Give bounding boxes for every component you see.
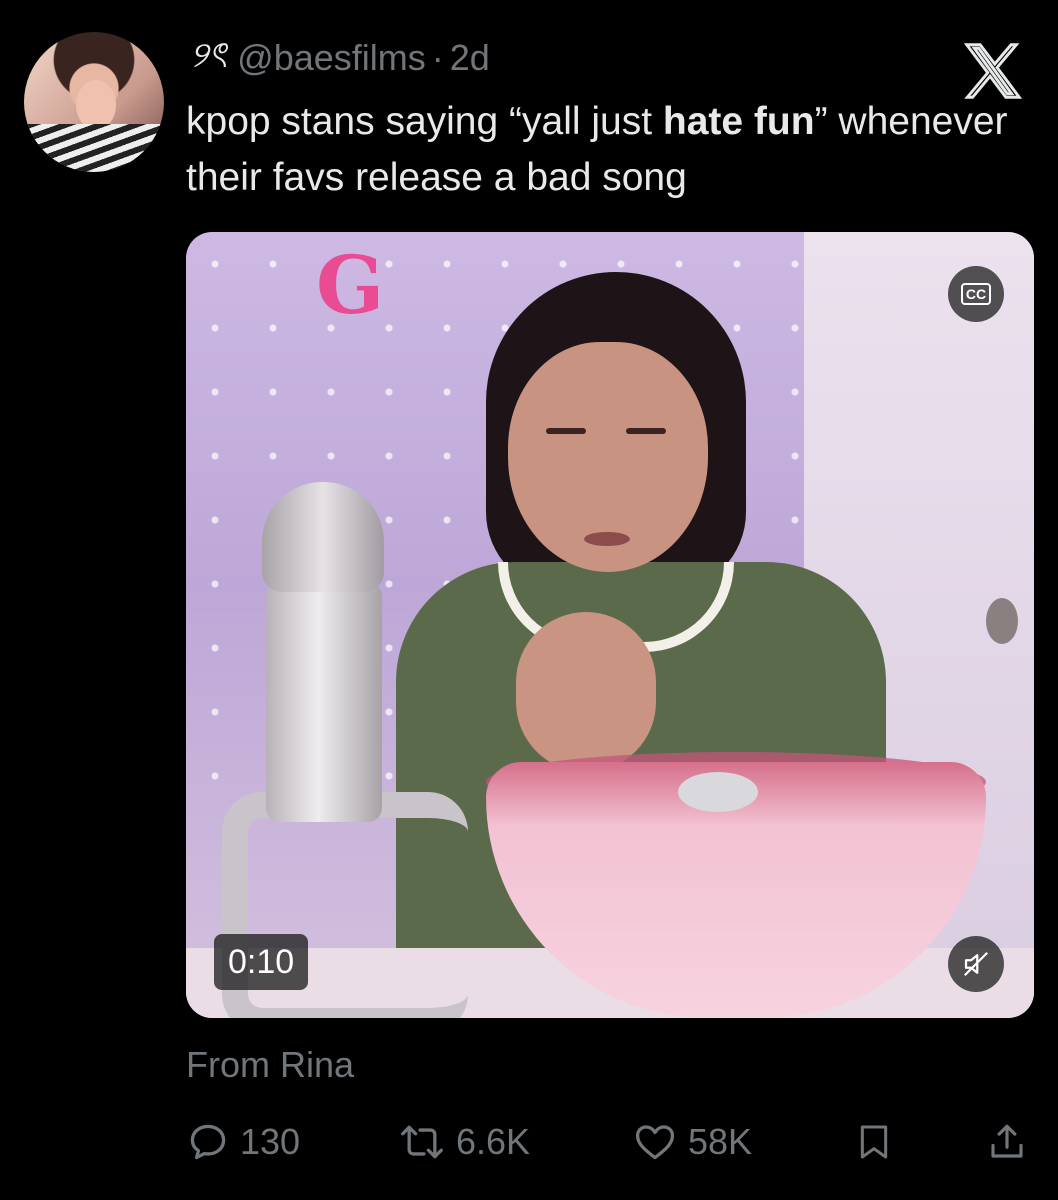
reply-button[interactable]: 130: [186, 1112, 300, 1172]
repost-count: 6.6K: [456, 1121, 531, 1162]
tweet-text-bold: hate fun: [662, 100, 815, 143]
captions-button[interactable]: CC: [948, 266, 1004, 322]
tweet-text: kpop stans saying “yall just hate fun” w…: [186, 94, 1026, 206]
video-player[interactable]: G CC 0:10: [186, 232, 1034, 1018]
door-knob: [986, 598, 1018, 644]
attribution[interactable]: From Rina: [186, 1044, 354, 1086]
repost-button[interactable]: 6.6K: [398, 1112, 530, 1172]
mute-button[interactable]: [948, 936, 1004, 992]
bookmark-button[interactable]: [854, 1112, 904, 1172]
share-button[interactable]: [986, 1112, 1038, 1172]
like-button[interactable]: 58K: [632, 1112, 752, 1172]
person-eye: [546, 428, 586, 434]
wall-letter: G: [316, 238, 385, 332]
tweet-time[interactable]: 2d: [450, 37, 490, 79]
tweet-text-part: kpop stans saying “yall just: [186, 100, 663, 143]
avatar[interactable]: [24, 32, 164, 172]
spoon: [678, 772, 758, 812]
avatar-shirt: [24, 124, 164, 172]
share-icon: [991, 1124, 1023, 1158]
person-eye: [626, 428, 666, 434]
reply-icon: [190, 1124, 226, 1160]
like-icon: [635, 1125, 675, 1160]
mute-icon: [963, 951, 989, 977]
action-bar: 130 6.6K 58K: [186, 1112, 1036, 1172]
microphone-head: [262, 482, 384, 592]
like-count: 58K: [688, 1121, 753, 1162]
video-timestamp: 0:10: [214, 934, 309, 990]
reply-count: 130: [240, 1121, 301, 1162]
microphone-body: [266, 582, 382, 822]
cc-icon: CC: [960, 283, 992, 305]
bookmark-icon: [860, 1125, 888, 1159]
display-name[interactable]: ୨ৎ: [190, 28, 227, 88]
person-arm: [516, 612, 656, 772]
separator-dot: ·: [431, 37, 444, 78]
repost-icon: [401, 1125, 443, 1159]
tweet-header: ୨ৎ @baesfilms · 2d: [190, 35, 490, 80]
user-handle[interactable]: @baesfilms: [237, 37, 426, 79]
person-mouth: [584, 532, 630, 546]
avatar-face: [76, 80, 116, 130]
